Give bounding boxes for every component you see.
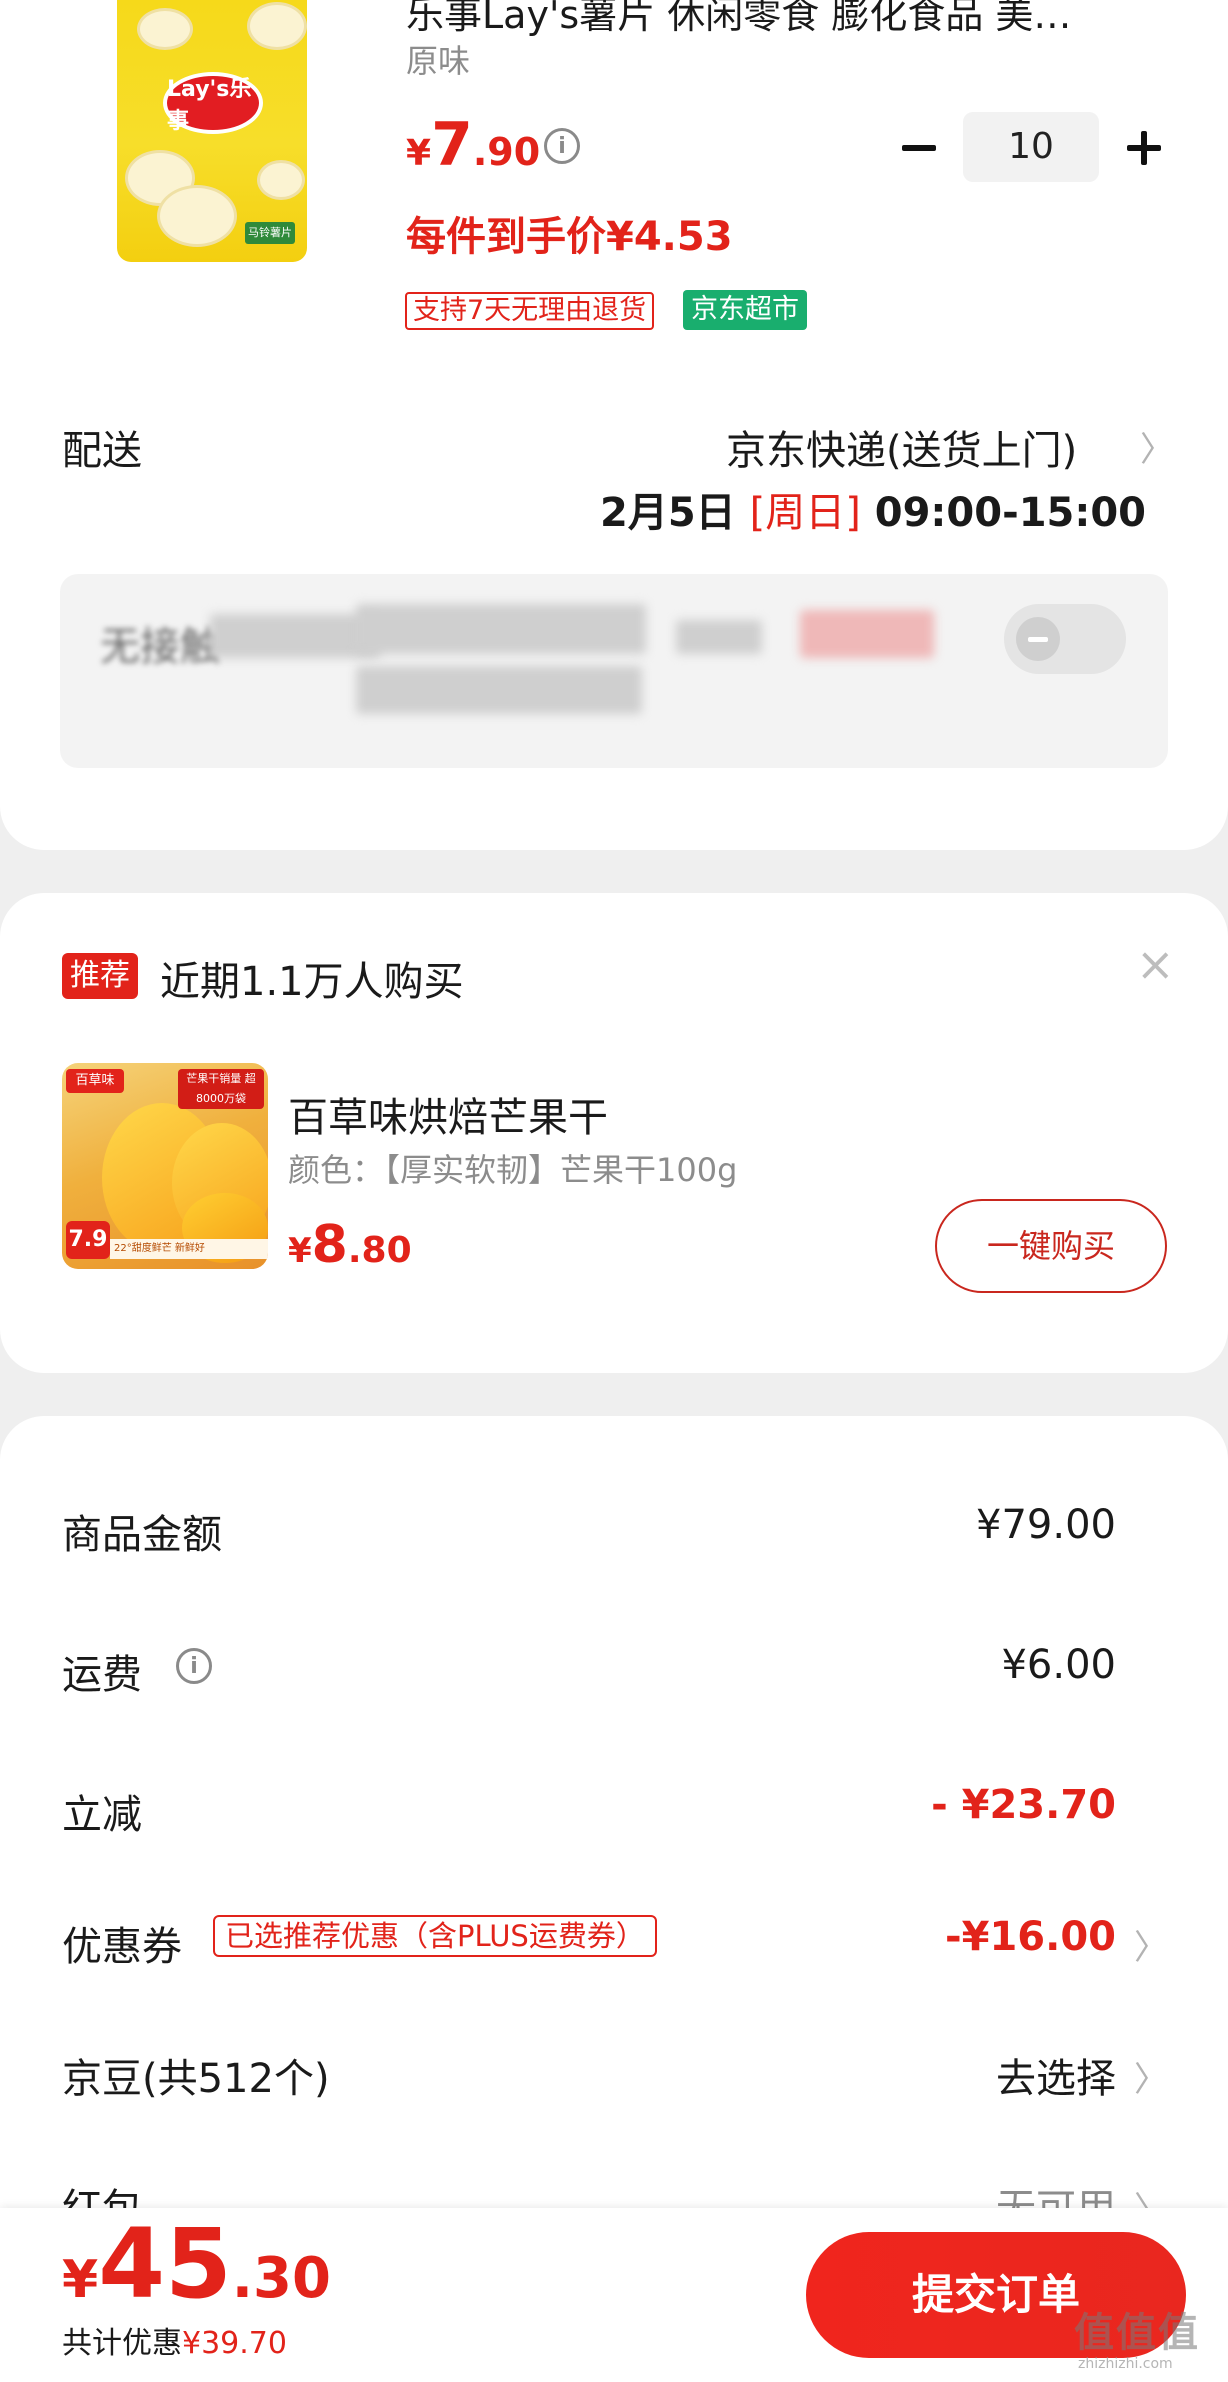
recommend-price: ¥8.80 [288, 1215, 412, 1275]
shipping-fee-value: ¥6.00 [1001, 1642, 1116, 1688]
image-brand: 百草味 [66, 1069, 124, 1093]
recommendation-card: 推荐 近期1.1万人购买 × 百草味 芒果干销量 超8000万袋 7.9 22°… [0, 893, 1228, 1373]
total-price: ¥45.30 [62, 2208, 331, 2320]
coupon-label: 优惠券 [62, 1924, 182, 1970]
goods-amount-value: ¥79.00 [976, 1502, 1116, 1548]
minus-icon[interactable] [900, 128, 940, 168]
jd-beans-label: 京豆(共512个) [62, 2056, 330, 2102]
contactless-toggle[interactable] [1004, 604, 1126, 674]
chevron-right-icon[interactable]: 〉 [1134, 1920, 1168, 1969]
toggle-knob [1016, 617, 1060, 661]
quantity-input[interactable]: 10 [963, 112, 1099, 182]
blurred-text [676, 620, 762, 654]
blurred-text [210, 614, 380, 658]
info-icon[interactable]: i [176, 1648, 212, 1684]
product-flavor[interactable]: 原味 [406, 36, 470, 82]
delivery-label: 配送 [62, 428, 142, 474]
product-card: Lay's乐事 马铃薯片 乐事Lay's薯片 休闲零食 膨化食品 美… 原味 ¥… [0, 0, 1228, 850]
price-dec: .80 [347, 1230, 412, 1271]
price-symbol: ¥ [288, 1231, 312, 1271]
price-int: 45 [98, 2208, 232, 2320]
delivery-hours: 09:00-15:00 [874, 490, 1147, 536]
product-image[interactable]: Lay's乐事 马铃薯片 [117, 0, 307, 262]
price-int: 8 [311, 1215, 348, 1275]
delivery-method[interactable]: 京东快递(送货上门) [726, 418, 1077, 476]
contactless-label: 无接触 [100, 624, 220, 670]
bag-tag: 马铃薯片 [245, 222, 295, 244]
delivery-weekday: [周日] [749, 490, 861, 536]
recommend-image[interactable]: 百草味 芒果干销量 超8000万袋 7.9 22°甜度鲜芒 新鲜好 [62, 1063, 268, 1269]
blurred-text [356, 666, 642, 714]
jd-supermarket-tag: 京东超市 [683, 290, 807, 330]
price-symbol: ¥ [406, 133, 432, 174]
blurred-tag [800, 610, 934, 658]
saving-amount: ¥39.70 [182, 2326, 287, 2361]
contactless-delivery-panel[interactable]: 无接触 [60, 574, 1168, 768]
image-price: 7.9 [66, 1221, 110, 1259]
goods-amount-label: 商品金额 [62, 1512, 222, 1558]
saving-label: 共计优惠 [62, 2326, 182, 2361]
plus-icon[interactable] [1124, 128, 1164, 168]
blurred-text [356, 604, 646, 654]
info-icon[interactable]: i [544, 128, 580, 164]
price-int: 7 [431, 110, 473, 180]
discount-value: - ¥23.70 [931, 1782, 1116, 1828]
price-symbol: ¥ [62, 2250, 99, 2310]
close-icon[interactable]: × [1136, 937, 1175, 991]
watermark-url: zhizhizhi.com [1078, 2356, 1173, 2372]
image-flag: 芒果干销量 超8000万袋 [178, 1069, 264, 1109]
product-title[interactable]: 乐事Lay's薯片 休闲零食 膨化食品 美… [406, 0, 1196, 39]
recommend-title: 近期1.1万人购买 [160, 959, 464, 1005]
watermark: 值值值 [1074, 2310, 1200, 2356]
jd-beans-value[interactable]: 去选择 [996, 2046, 1116, 2104]
recommend-name[interactable]: 百草味烘焙芒果干 [288, 1085, 608, 1143]
brand-logo: Lay's乐事 [163, 72, 263, 134]
chevron-right-icon[interactable]: 〉 [1134, 2052, 1168, 2101]
checkout-bar: ¥45.30 共计优惠¥39.70 提交订单 值值值 zhizhizhi.com [0, 2208, 1228, 2382]
recommend-spec: 颜色：【厚实软韧】芒果干100g [288, 1151, 738, 1189]
coupon-value[interactable]: -¥16.00 [945, 1914, 1116, 1960]
coupon-tag[interactable]: 已选推荐优惠（含PLUS运费券） [213, 1915, 657, 1957]
price-dec: .30 [231, 2246, 331, 2311]
shipping-fee-label: 运费 [62, 1652, 142, 1698]
unit-price: 每件到手价¥4.53 [406, 214, 733, 260]
recommend-badge: 推荐 [62, 953, 138, 999]
price-dec: .90 [472, 130, 541, 174]
one-click-buy-button[interactable]: 一键购买 [935, 1199, 1167, 1293]
image-strip: 22°甜度鲜芒 新鲜好 [110, 1239, 268, 1259]
product-price: ¥7.90 [406, 110, 540, 180]
return-policy-tag: 支持7天无理由退货 [405, 292, 655, 330]
total-saving: 共计优惠¥39.70 [62, 2318, 287, 2362]
discount-label: 立减 [62, 1792, 142, 1838]
delivery-time[interactable]: 2月5日 [周日] 09:00-15:00 [600, 480, 1146, 538]
delivery-date: 2月5日 [600, 490, 736, 536]
chevron-right-icon[interactable]: 〉 [1140, 422, 1174, 471]
